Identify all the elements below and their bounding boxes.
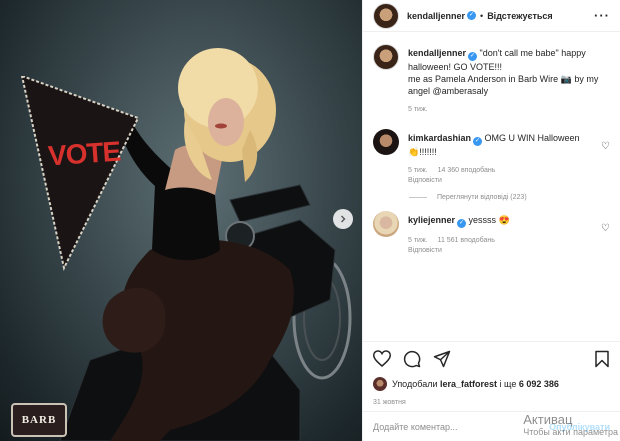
verified-badge-icon: ✓ [457,219,467,228]
barb-sign-text: BARB [21,414,57,426]
post-photo[interactable]: VOTE BARB [0,0,362,441]
post-side-panel: kendalljenner ✓ • Відстежується ··· kend… [362,0,620,441]
next-photo-button[interactable] [333,209,353,229]
publish-button[interactable]: Опублікувати [549,422,610,432]
more-icon[interactable]: ··· [594,8,610,23]
like-comment-heart-icon[interactable]: ♡ [601,141,610,152]
head [178,48,276,182]
chevron-right-icon [341,215,346,223]
action-bar [363,341,620,375]
heart-icon[interactable] [373,350,391,367]
comment-item: kyliejenner ✓ yessss 😍 5 тиж. 11 561 вподо… [373,211,610,256]
comment-item: kimkardashian ✓ OMG U WIN Halloween 👏!!!!… [373,129,610,186]
comment-body: kimkardashian ✓ OMG U WIN Halloween 👏!!!!… [408,129,610,186]
caption-meta: 5 тиж. [408,105,610,115]
reply-button[interactable]: Відповісти [408,177,442,184]
comment-meta: 5 тиж. 14 360 вподобань Відповісти [408,166,610,186]
liker-username[interactable]: lera_fatforest [440,379,497,389]
likes-count[interactable]: 6 092 386 [519,379,559,389]
avatar[interactable] [373,129,399,155]
comment-time[interactable]: 5 тиж. [408,167,428,174]
share-icon[interactable] [433,350,451,368]
comment-username[interactable]: kyliejenner [408,215,455,225]
caption: kendalljenner ✓ "don't call me babe" happ… [373,44,610,115]
like-comment-heart-icon[interactable]: ♡ [601,223,610,234]
caption-text-line2: me as Pamela Anderson in Barb Wire [408,74,559,84]
verified-badge-icon: ✓ [468,52,478,61]
post-header: kendalljenner ✓ • Відстежується ··· [363,0,620,32]
avatar[interactable] [373,211,399,237]
header-username[interactable]: kendalljenner [407,11,465,21]
caption-body: kendalljenner ✓ "don't call me babe" happ… [408,44,610,115]
comment-icon[interactable] [403,350,421,368]
caption-username[interactable]: kendalljenner [408,48,466,58]
likes-conj: і ще [499,379,517,389]
comment-body: kyliejenner ✓ yessss 😍 5 тиж. 11 561 вподо… [408,211,610,256]
caption-time[interactable]: 5 тиж. [408,106,428,113]
camera-icon: 📷 [560,74,572,84]
bookmark-icon[interactable] [594,350,610,368]
verified-badge-icon: ✓ [467,11,477,20]
view-replies-label[interactable]: Переглянути відповіді (223) [437,194,527,201]
comment-likes[interactable]: 14 360 вподобань [438,167,496,174]
comment-time[interactable]: 5 тиж. [408,237,428,244]
liker-avatar[interactable] [373,377,387,391]
dot-separator: • [480,10,484,21]
comment-text: yessss 😍 [468,215,510,225]
comment-input[interactable] [373,421,550,432]
following-button[interactable]: Відстежується [487,11,552,21]
comment-likes[interactable]: 11 561 вподобань [438,237,495,244]
avatar[interactable] [373,44,399,70]
comment-form: Опублікувати [363,411,620,441]
likes-prefix: Уподобали [392,379,438,389]
verified-badge-icon: ✓ [473,137,483,146]
comment-meta: 5 тиж. 11 561 вподобань Відповісти [408,236,610,256]
flag-vote-text: VOTE [46,135,122,172]
reply-button[interactable]: Відповісти [408,247,442,254]
post-date[interactable]: 31 жовтня [363,393,620,411]
comment-username[interactable]: kimkardashian [408,133,471,143]
likes-summary[interactable]: Уподобали lera_fatforest і ще 6 092 386 [363,375,620,393]
view-replies[interactable]: Переглянути відповіді (223) [409,194,610,201]
avatar[interactable] [373,2,399,29]
comments-list: kendalljenner ✓ "don't call me babe" happ… [363,32,620,341]
vote-flag [20,76,140,272]
barb-sign: BARB [11,403,67,437]
instagram-post: VOTE BARB kendalljenner ✓ • Відстежуєтьс… [0,0,620,441]
replies-line [409,197,427,198]
